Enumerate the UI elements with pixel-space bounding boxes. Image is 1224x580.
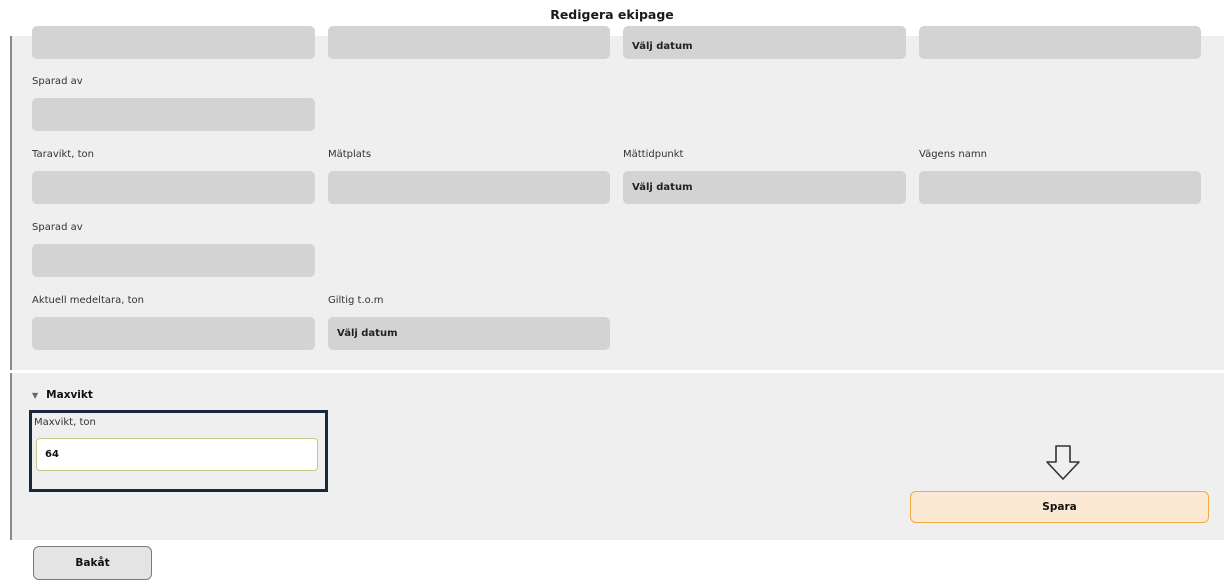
matplats-field[interactable]	[328, 171, 610, 204]
arrow-down-icon	[1046, 445, 1080, 480]
maxvikt-section-title: Maxvikt	[46, 389, 93, 401]
medeltara-label: Aktuell medeltara, ton	[32, 295, 144, 306]
taravikt-label: Taravikt, ton	[32, 149, 94, 160]
giltig-tom-label: Giltig t.o.m	[328, 295, 384, 306]
sparad-av-field-2[interactable]	[32, 244, 315, 277]
sparad-av-label-1: Sparad av	[32, 76, 83, 87]
previous-field-4[interactable]	[919, 26, 1201, 59]
maxvikt-panel: ▼ Maxvikt Maxvikt, ton Spara	[10, 373, 1224, 540]
sparad-av-label-2: Sparad av	[32, 222, 83, 233]
maxvikt-input[interactable]	[36, 438, 318, 471]
taravikt-field[interactable]	[32, 171, 315, 204]
previous-field-2[interactable]	[328, 26, 610, 59]
mattidpunkt-date-picker[interactable]: Välj datum	[623, 171, 906, 204]
medeltara-field[interactable]	[32, 317, 315, 350]
mattidpunkt-label: Mättidpunkt	[623, 149, 684, 160]
giltig-tom-date-picker[interactable]: Välj datum	[328, 317, 610, 350]
ekipage-form-panel: Välj datum Sparad av Taravikt, ton Mätpl…	[10, 26, 1224, 370]
maxvikt-section-toggle[interactable]: ▼ Maxvikt	[32, 389, 93, 401]
sparad-av-field-1[interactable]	[32, 98, 315, 131]
previous-field-1[interactable]	[32, 26, 315, 59]
maxvikt-label: Maxvikt, ton	[34, 417, 96, 428]
save-button[interactable]: Spara	[910, 491, 1209, 523]
vagens-namn-field[interactable]	[919, 171, 1201, 204]
previous-date-placeholder: Välj datum	[632, 41, 693, 52]
maxvikt-field-group: Maxvikt, ton	[29, 410, 328, 492]
back-button[interactable]: Bakåt	[33, 546, 152, 580]
previous-date-picker[interactable]: Välj datum	[623, 26, 906, 59]
vagens-namn-label: Vägens namn	[919, 149, 987, 160]
triangle-down-icon: ▼	[32, 390, 39, 400]
matplats-label: Mätplats	[328, 149, 372, 160]
